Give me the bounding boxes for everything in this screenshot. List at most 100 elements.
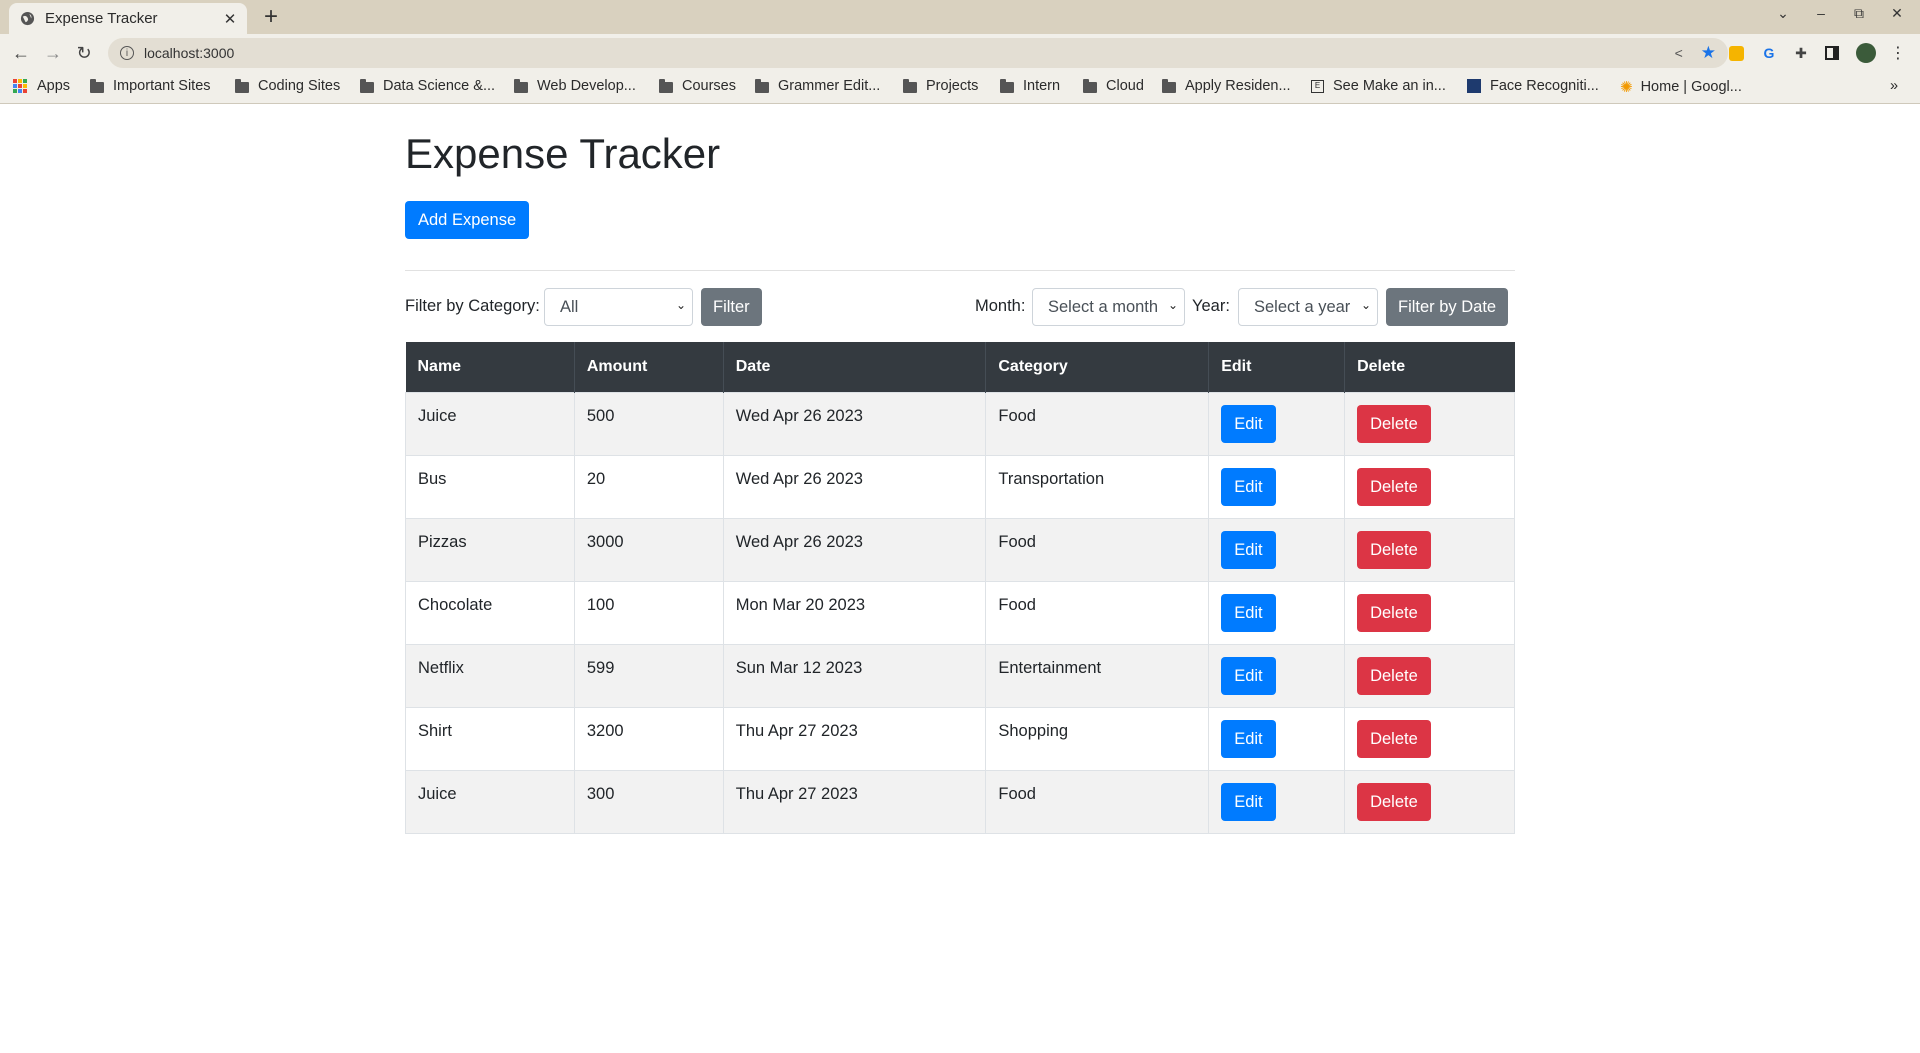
reload-icon[interactable]: ↻ [72,41,96,65]
bookmark-folder[interactable]: Intern [1000,78,1060,94]
browser-tab[interactable]: Expense Tracker ✕ [9,3,247,34]
bookmark-item[interactable]: Face Recogniti... [1467,78,1599,94]
delete-button[interactable]: Delete [1357,404,1431,443]
cell-date: Thu Apr 27 2023 [723,769,987,834]
bookmarks-overflow-icon[interactable]: » [1890,78,1898,94]
bookmark-folder[interactable]: Data Science &... [360,78,495,94]
folder-icon [903,78,917,93]
page-title: Expense Tracker [405,130,721,177]
bookmark-folder[interactable]: Apply Residen... [1162,78,1291,94]
bookmark-star-icon[interactable]: ★ [1701,43,1716,63]
cell-delete: Delete [1344,391,1515,455]
url-text[interactable]: localhost:3000 [144,45,1675,61]
menu-kebab-icon[interactable]: ⋮ [1889,44,1907,62]
cell-name: Juice [405,391,575,455]
column-header-amount: Amount [574,342,724,392]
table-row: Pizzas 3000 Wed Apr 26 2023 Food Edit De… [405,517,1515,581]
cell-date: Wed Apr 26 2023 [723,517,987,581]
delete-button[interactable]: Delete [1357,782,1431,821]
cell-delete: Delete [1344,769,1515,834]
tab-strip: Expense Tracker ✕ + ⌄ – ⧉ ✕ [0,0,1920,34]
filter-button[interactable]: Filter [701,288,762,326]
table-row: Netflix 599 Sun Mar 12 2023 Entertainmen… [405,643,1515,707]
folder-icon [1000,78,1014,93]
delete-button[interactable]: Delete [1357,656,1431,695]
bookmark-item[interactable]: ✺ Home | Googl... [1620,78,1742,96]
notes-extension-icon[interactable] [1729,46,1744,61]
expense-table: Name Amount Date Category Edit Delete Ju… [405,342,1515,834]
close-window-icon[interactable]: ✕ [1888,5,1906,22]
add-expense-button[interactable]: Add Expense [405,201,530,239]
info-icon[interactable]: i [120,46,134,60]
category-select[interactable]: All ⌄ [544,288,693,326]
column-header-date: Date [723,342,987,392]
new-tab-button[interactable]: + [260,4,282,30]
edit-button[interactable]: Edit [1221,530,1276,569]
cell-delete: Delete [1344,517,1515,581]
avatar[interactable] [1856,43,1876,63]
extensions-puzzle-icon[interactable]: ✚ [1792,44,1810,62]
tab-close-icon[interactable]: ✕ [221,10,239,28]
cell-name: Juice [405,769,575,834]
translate-extension-icon[interactable]: G [1760,44,1778,62]
restore-icon[interactable]: ⧉ [1850,5,1868,22]
bookmark-folder[interactable]: Grammer Edit... [755,78,880,94]
bookmark-label: Important Sites [113,78,211,94]
cell-category: Food [985,769,1210,834]
bookmark-folder[interactable]: Web Develop... [514,78,636,94]
delete-button[interactable]: Delete [1357,530,1431,569]
filter-by-date-button[interactable]: Filter by Date [1386,288,1509,326]
delete-button[interactable]: Delete [1357,593,1431,632]
cell-amount: 20 [574,454,724,518]
bookmark-label: Cloud [1106,78,1144,94]
folder-icon [1083,78,1097,93]
bookmark-label: Face Recogniti... [1490,78,1599,94]
column-header-delete: Delete [1344,342,1515,392]
tab-search-icon[interactable]: ⌄ [1774,5,1792,22]
month-select[interactable]: Select a month ⌄ [1032,288,1185,326]
year-select[interactable]: Select a year ⌄ [1238,288,1378,326]
cell-date: Mon Mar 20 2023 [723,580,987,644]
side-panel-icon[interactable] [1823,44,1841,62]
edit-button[interactable]: Edit [1221,467,1276,506]
forward-icon[interactable]: → [41,41,65,65]
folder-icon [659,78,673,93]
chevron-down-icon: ⌄ [675,298,686,312]
bookmark-item[interactable]: E See Make an in... [1311,78,1446,94]
bookmark-label: Courses [682,78,736,94]
cell-edit: Edit [1208,517,1346,581]
cell-date: Sun Mar 12 2023 [723,643,987,707]
edit-button[interactable]: Edit [1221,593,1276,632]
cell-category: Food [985,391,1210,455]
cell-edit: Edit [1208,580,1346,644]
month-select-placeholder: Select a month [1048,297,1159,316]
address-bar[interactable]: i localhost:3000 < ★ [108,38,1728,68]
cell-name: Shirt [405,706,575,770]
bookmark-folder[interactable]: Important Sites [90,78,211,94]
bookmark-folder[interactable]: Cloud [1083,78,1144,94]
year-label: Year: [1192,297,1230,315]
minimize-icon[interactable]: – [1812,5,1830,22]
bookmark-item[interactable]: Apps [13,78,70,94]
bookmark-folder[interactable]: Coding Sites [235,78,340,94]
site-icon [1467,79,1481,93]
bookmark-label: Apply Residen... [1185,78,1291,94]
bookmark-label: Web Develop... [537,78,636,94]
folder-icon [90,78,104,93]
edit-button[interactable]: Edit [1221,404,1276,443]
bookmark-folder[interactable]: Projects [903,78,978,94]
back-icon[interactable]: ← [9,41,33,65]
bookmark-folder[interactable]: Courses [659,78,736,94]
edit-button[interactable]: Edit [1221,782,1276,821]
bookmark-label: Grammer Edit... [778,78,881,94]
bookmark-label: Intern [1023,78,1061,94]
divider [405,270,1515,271]
cell-category: Entertainment [985,643,1210,707]
share-icon[interactable]: < [1675,45,1683,61]
delete-button[interactable]: Delete [1357,467,1431,506]
delete-button[interactable]: Delete [1357,719,1431,758]
edit-button[interactable]: Edit [1221,656,1276,695]
column-header-category: Category [985,342,1210,392]
cell-name: Bus [405,454,575,518]
edit-button[interactable]: Edit [1221,719,1276,758]
